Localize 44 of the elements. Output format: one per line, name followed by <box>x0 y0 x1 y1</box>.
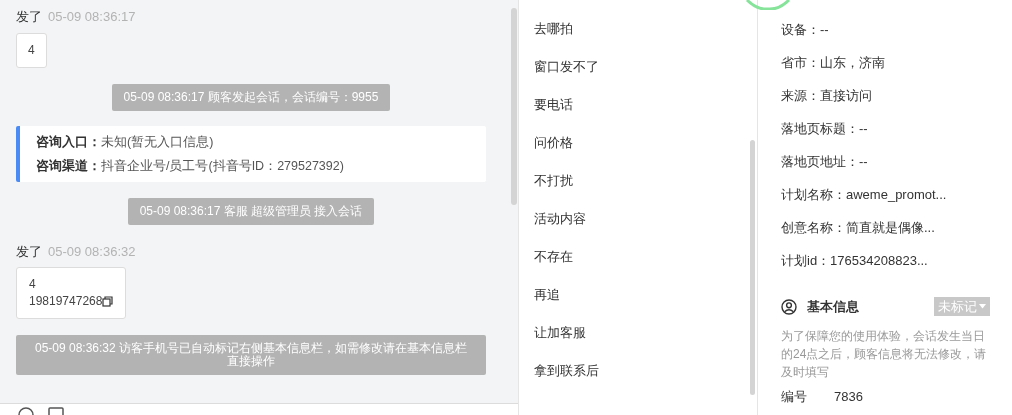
field-value: 抖音企业号/员工号(抖音号ID：279527392) <box>101 157 344 174</box>
ring-icon <box>745 0 791 10</box>
section-title: 基本信息 <box>807 298 860 316</box>
system-notice: 05-09 08:36:32 访客手机号已自动标记右侧基本信息栏，如需修改请在基本信息栏直接操作 <box>16 335 486 375</box>
message-text: 4 <box>28 41 35 59</box>
field-value: 未知(暂无入口信息) <box>101 133 214 150</box>
user-icon <box>781 298 797 315</box>
emoji-icon[interactable] <box>18 407 34 415</box>
info-line: 来源：直接访问 <box>781 86 872 105</box>
info-line: 计划id：176534208823... <box>781 251 928 270</box>
system-notice: 05-09 08:36:17 顾客发起会话，会话编号：9955 <box>111 83 391 111</box>
notice-text: 为了保障您的使用体验，会话发生当日的24点之后，顾客信息将无法修改，请及时填写 <box>781 327 988 381</box>
sender-name: 发了 <box>16 8 42 26</box>
quick-reply-item[interactable]: 再追 <box>534 276 560 314</box>
field-value: 7836 <box>834 388 863 404</box>
quick-reply-item[interactable]: 不存在 <box>534 238 573 276</box>
scrollbar[interactable] <box>750 140 755 395</box>
quick-reply-item[interactable]: 让加客服 <box>534 314 586 352</box>
info-line: 落地页地址：-- <box>781 152 868 171</box>
message-text: 4 <box>29 276 36 293</box>
quick-reply-item[interactable]: 不打扰 <box>534 162 573 200</box>
sender-name: 发了 <box>16 242 42 261</box>
quick-reply-item[interactable]: 拿到联系后 <box>534 352 599 390</box>
message-time: 05-09 08:36:32 <box>48 242 136 261</box>
message-text: 19819747268 <box>29 293 103 310</box>
system-notice: 05-09 08:36:17 客服 超级管理员 接入会话 <box>127 197 375 225</box>
info-line: 设备：-- <box>781 20 829 39</box>
field-label: 咨询渠道： <box>36 157 101 174</box>
info-line: 计划名称：aweme_promot... <box>781 185 947 204</box>
quick-reply-item[interactable]: 要电话 <box>534 86 573 124</box>
field-label: 咨询入口： <box>36 133 101 150</box>
image-icon[interactable] <box>48 407 64 415</box>
quick-reply-item[interactable]: 去哪拍 <box>534 10 573 48</box>
copy-icon[interactable] <box>102 296 114 307</box>
quick-reply-item[interactable]: 活动内容 <box>534 200 586 238</box>
message-time: 05-09 08:36:17 <box>48 8 136 26</box>
info-line: 落地页标题：-- <box>781 119 868 138</box>
caret-icon <box>979 304 986 310</box>
scrollbar[interactable] <box>511 8 517 205</box>
quick-reply-item[interactable]: 问价格 <box>534 124 573 162</box>
field-label: 编号 <box>781 388 808 404</box>
info-line: 创意名称：简直就是偶像... <box>781 218 935 237</box>
info-line: 省市：山东，济南 <box>781 53 885 72</box>
quick-reply-item[interactable]: 窗口发不了 <box>534 48 599 86</box>
